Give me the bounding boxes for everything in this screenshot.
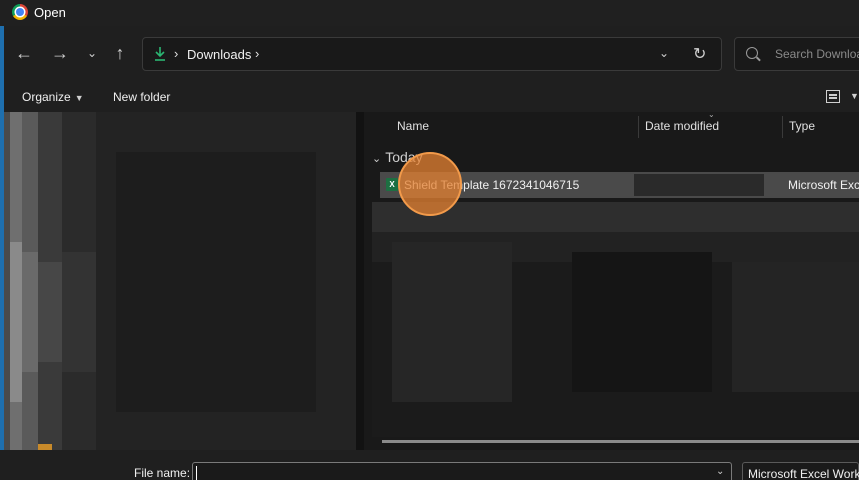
navigation-bar: ← → ⌄ ↑ › Downloads › ⌄ ↻ Search Downloa…: [4, 26, 859, 82]
organize-button[interactable]: Organize ▼: [22, 90, 84, 104]
file-type-filter-value: Microsoft Excel Worksheet: [748, 467, 859, 480]
download-icon: [155, 47, 165, 61]
blurred-file-area: [372, 202, 859, 437]
blurred-block: [116, 152, 316, 412]
details-view-icon[interactable]: [826, 90, 840, 103]
refresh-icon[interactable]: ↻: [693, 44, 706, 64]
new-folder-button[interactable]: New folder: [113, 90, 170, 104]
file-name-label: File name:: [134, 466, 191, 480]
blurred-block: [22, 252, 38, 372]
chrome-icon: [12, 4, 28, 20]
column-separator[interactable]: [638, 116, 639, 138]
blurred-block: [732, 262, 859, 392]
column-header-name[interactable]: Name: [397, 119, 429, 133]
command-bar: Organize ▼ New folder ▼: [4, 82, 859, 112]
caret-down-icon[interactable]: ▼: [850, 91, 859, 101]
up-button[interactable]: ↑: [110, 43, 130, 63]
column-header-date-modified[interactable]: Date modified: [645, 119, 719, 133]
column-separator[interactable]: [782, 116, 783, 138]
blurred-block: [10, 242, 22, 402]
address-bar[interactable]: › Downloads › ⌄ ↻: [142, 37, 722, 71]
column-header-type[interactable]: Type: [789, 119, 815, 133]
breadcrumb-downloads[interactable]: Downloads: [187, 47, 251, 62]
search-box[interactable]: Search Downloads: [734, 37, 859, 71]
blurred-block: [572, 252, 712, 392]
sort-indicator-icon: ⌄: [708, 110, 715, 119]
file-date-modified: [634, 174, 764, 196]
recent-locations-button[interactable]: ⌄: [82, 43, 102, 63]
back-button[interactable]: ←: [14, 43, 34, 63]
search-input[interactable]: Search Downloads: [775, 47, 859, 61]
breadcrumb-separator[interactable]: ›: [255, 46, 259, 61]
excel-icon: X: [386, 178, 398, 191]
forward-button[interactable]: →: [50, 43, 70, 63]
file-name-input[interactable]: [192, 462, 732, 480]
click-indicator: [398, 152, 462, 216]
window-title: Open: [34, 5, 66, 20]
pane-splitter[interactable]: [356, 112, 364, 450]
chevron-down-icon: ⌄: [372, 153, 382, 165]
caret-down-icon: ▼: [74, 93, 84, 103]
organize-label: Organize: [22, 90, 71, 104]
horizontal-scrollbar[interactable]: [382, 440, 859, 443]
chevron-down-icon[interactable]: ⌄: [716, 466, 724, 477]
blurred-block: [392, 242, 512, 402]
navigation-pane[interactable]: [4, 112, 356, 450]
chevron-down-icon[interactable]: ⌄: [659, 46, 669, 60]
blurred-block: [62, 252, 96, 372]
breadcrumb-separator: ›: [174, 46, 179, 61]
file-name-bar: File name: ⌄ Microsoft Excel Worksheet: [0, 450, 859, 480]
title-bar: Open: [0, 0, 859, 26]
search-icon: [746, 47, 758, 59]
file-type-filter[interactable]: Microsoft Excel Worksheet: [742, 462, 859, 480]
file-type: Microsoft Excel: [788, 178, 859, 192]
blurred-block: [38, 262, 62, 362]
